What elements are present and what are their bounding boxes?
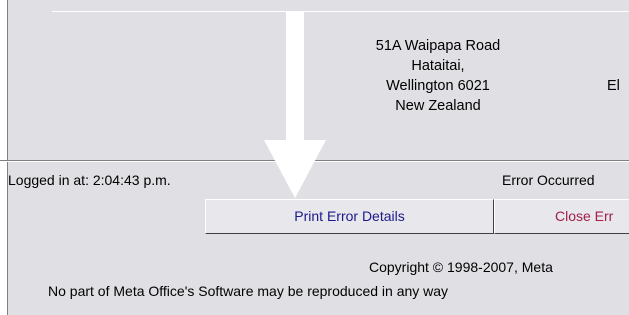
address-line-3: Wellington 6021 [386,78,490,94]
top-border [52,11,629,12]
disclaimer-text: No part of Meta Office's Software may be… [48,283,449,299]
address-line-4: New Zealand [395,98,481,114]
print-error-details-button[interactable]: Print Error Details [205,199,494,234]
copyright-text: Copyright © 1998-2007, Meta [369,259,553,275]
close-error-button[interactable]: Close Err [494,199,629,234]
company-address: 51A Waipapa Road Hataitai, Wellington 60… [338,36,538,116]
down-arrow-icon [264,12,326,198]
address-line-1: 51A Waipapa Road [375,38,501,54]
address-right-fragment: El [607,78,620,94]
address-line-2: Hataitai, [411,58,465,74]
logged-in-time: Logged in at: 2:04:43 p.m. [8,172,171,188]
button-row: Print Error Details Close Err [205,199,629,236]
error-occurred-label: Error Occurred [502,172,595,188]
